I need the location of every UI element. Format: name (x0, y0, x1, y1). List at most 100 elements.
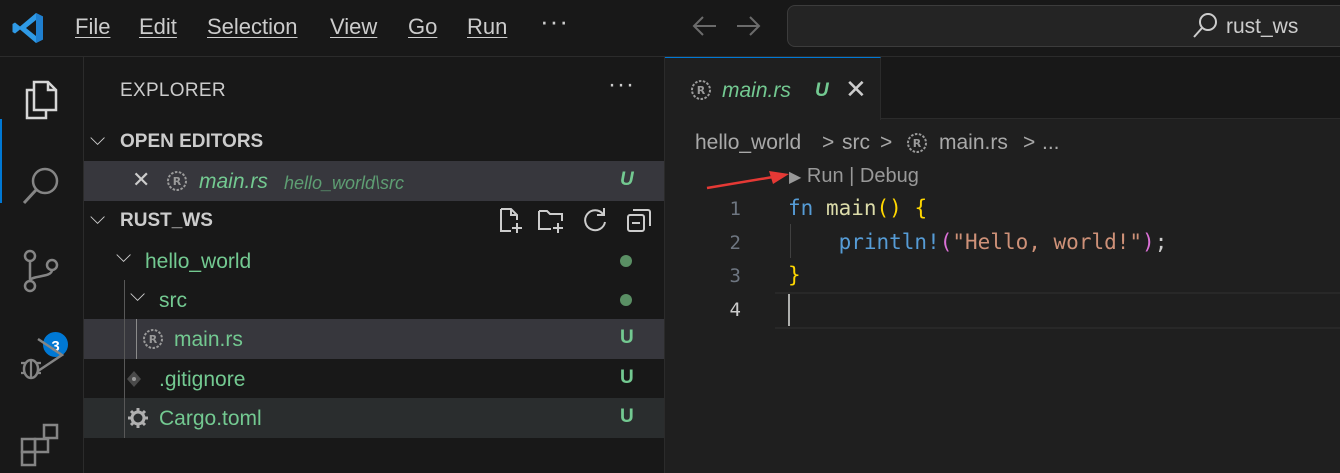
git-status-badge: U (815, 80, 829, 101)
breadcrumb-separator: > (880, 131, 893, 154)
workspace-label: RUST_WS (120, 210, 213, 231)
git-status-badge: U (620, 169, 634, 190)
indent-guide (124, 359, 125, 399)
git-status-badge: U (620, 367, 634, 388)
run-debug-icon[interactable] (16, 331, 68, 383)
source-control-icon[interactable] (16, 245, 68, 297)
code-line[interactable]: } (788, 263, 801, 287)
command-center-label: rust_ws (1226, 15, 1299, 38)
token-function: main (825, 196, 877, 220)
codelens: ▶ Run | Debug (789, 165, 919, 188)
code-line[interactable]: println!("Hello, world!"); (788, 230, 1168, 254)
collapse-all-icon[interactable] (625, 206, 653, 234)
breadcrumb-item[interactable]: ... (1042, 131, 1060, 155)
line-number: 2 (729, 232, 741, 254)
new-folder-icon[interactable] (537, 206, 565, 234)
code-line[interactable]: fn main() { (788, 196, 927, 220)
token-brace: } (788, 263, 801, 287)
title-bar: File Edit Selection View Go Run ··· rust… (0, 0, 1340, 57)
close-icon[interactable]: ✕ (845, 74, 867, 105)
annotation-arrow (706, 171, 789, 190)
tree-item-cargo-toml[interactable]: Cargo.toml U (84, 398, 664, 438)
open-editors-label: OPEN EDITORS (120, 131, 264, 152)
line-number: 3 (729, 265, 741, 287)
play-icon: ▶ (789, 169, 802, 186)
git-file-icon (127, 371, 141, 387)
breadcrumb-item[interactable]: main.rs (939, 131, 1008, 155)
codelens-debug[interactable]: Debug (860, 165, 919, 187)
tab-bar: R main.rs U ✕ (665, 57, 1340, 120)
menu-edit[interactable]: Edit (139, 14, 177, 40)
extensions-icon[interactable] (16, 417, 68, 469)
refresh-icon[interactable] (581, 206, 609, 234)
token-paren: ( (939, 230, 953, 254)
text-cursor (788, 294, 790, 326)
line-number: 4 (729, 299, 741, 321)
svg-text:R: R (173, 175, 182, 188)
tree-item-hello-world[interactable]: ⌵ hello_world (84, 241, 664, 281)
tree-item-label: .gitignore (159, 368, 246, 391)
arrow-right-icon[interactable] (735, 14, 763, 38)
explorer-sidebar: EXPLORER ··· ⌵ OPEN EDITORS ✕ R main.rs … (84, 57, 665, 473)
arrow-left-icon[interactable] (690, 14, 718, 38)
menu-file[interactable]: File (75, 14, 110, 40)
tab-label: main.rs (722, 79, 791, 102)
open-editor-path: hello_world\src (284, 173, 405, 193)
menu-view[interactable]: View (330, 14, 377, 40)
tree-item-main-rs[interactable]: R main.rs U (84, 319, 664, 359)
git-modified-dot (620, 255, 632, 267)
search-icon (1193, 13, 1217, 38)
close-icon[interactable]: ✕ (132, 167, 150, 193)
new-file-icon[interactable] (497, 206, 525, 234)
menu-run[interactable]: Run (467, 14, 507, 40)
open-editors-header[interactable]: ⌵ OPEN EDITORS (84, 122, 664, 160)
rust-file-icon: R (143, 329, 163, 349)
breadcrumb-item[interactable]: src (842, 131, 870, 155)
explorer-icon[interactable] (16, 73, 68, 125)
indent-guide (124, 319, 125, 359)
codelens-separator: | (849, 165, 855, 187)
tree-item-gitignore[interactable]: .gitignore U (84, 359, 664, 399)
search-icon[interactable] (16, 159, 68, 211)
gear-icon (128, 408, 148, 428)
token-paren: ) (1142, 230, 1155, 254)
open-editor-name: main.rs (199, 170, 268, 193)
explorer-more-button[interactable]: ··· (608, 71, 635, 99)
token-macro: println! (838, 230, 940, 254)
chevron-down-icon: ⌵ (90, 207, 106, 229)
git-modified-dot (620, 294, 632, 306)
token-keyword: fn (788, 196, 814, 220)
svg-text:R: R (697, 84, 706, 97)
activity-bar: 3 (0, 57, 84, 473)
svg-text:R: R (149, 333, 158, 346)
menu-more-button[interactable]: ··· (540, 6, 569, 37)
git-status-badge: U (620, 406, 634, 427)
breadcrumb-item[interactable]: hello_world (695, 131, 801, 155)
svg-text:R: R (913, 137, 922, 150)
codelens-run[interactable]: Run (807, 165, 844, 187)
rust-file-icon: R (167, 171, 187, 191)
open-editor-item[interactable]: ✕ R main.rs hello_world\src U (84, 161, 664, 201)
token-brace: { (914, 196, 928, 220)
chevron-down-icon: ⌵ (90, 128, 106, 150)
indent-guide (136, 319, 137, 359)
tab-main-rs[interactable]: R main.rs U ✕ (665, 57, 881, 120)
indent-guide (124, 280, 125, 320)
tree-item-src[interactable]: ⌵ src (84, 280, 664, 320)
explorer-title: EXPLORER (120, 80, 226, 101)
workspace-header[interactable]: ⌵ RUST_WS (84, 201, 664, 239)
chevron-down-icon: ⌵ (130, 284, 146, 306)
tree-item-label: main.rs (174, 328, 243, 351)
tree-item-label: src (159, 289, 187, 312)
menu-selection[interactable]: Selection (207, 14, 298, 40)
indent-guide (124, 398, 125, 438)
vscode-logo-icon (12, 13, 43, 43)
token-parens: () (876, 196, 902, 220)
menu-go[interactable]: Go (408, 14, 437, 40)
breadcrumb-separator: > (1023, 131, 1036, 154)
tree-item-label: Cargo.toml (159, 407, 262, 430)
token-string: "Hello, world!" (952, 230, 1143, 254)
breadcrumb-separator: > (822, 131, 835, 154)
current-line-highlight (775, 292, 1340, 329)
tree-item-label: hello_world (145, 250, 252, 273)
